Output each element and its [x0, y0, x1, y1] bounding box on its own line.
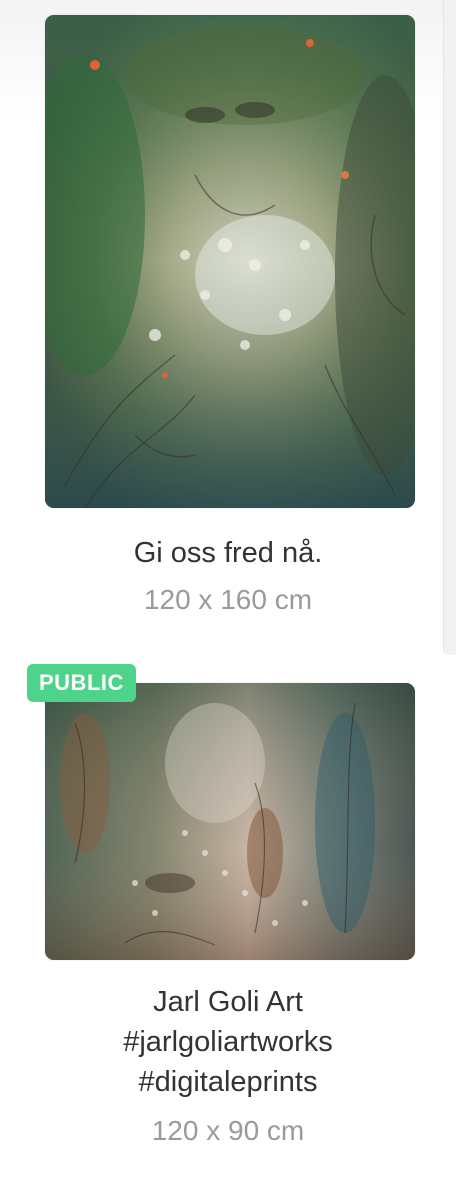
artwork-title-line[interactable]: #jarlgoliartworks: [0, 1022, 456, 1062]
artwork-image[interactable]: [45, 15, 415, 508]
artwork-title-line[interactable]: #digitaleprints: [0, 1062, 456, 1102]
artwork-image[interactable]: [45, 683, 415, 960]
painting-forest-face: [45, 15, 415, 508]
artwork-size: 120 x 90 cm: [151, 1115, 305, 1146]
public-badge: PUBLIC: [27, 664, 136, 702]
painting-figures: [45, 683, 415, 960]
artwork-title-line[interactable]: Jarl Goli Art: [0, 982, 456, 1022]
gallery-page: Gi oss fred nå. 120 x 160 cm PUBLIC Jarl…: [0, 0, 456, 1200]
artwork-size: 120 x 160 cm: [143, 584, 313, 615]
artwork-title[interactable]: Gi oss fred nå.: [0, 533, 456, 573]
